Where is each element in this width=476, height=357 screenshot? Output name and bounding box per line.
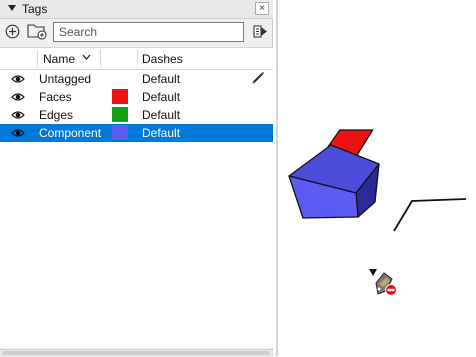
scrollbar-thumb[interactable] bbox=[3, 351, 269, 355]
edge-lines[interactable] bbox=[393, 198, 467, 232]
collapse-triangle-icon[interactable] bbox=[8, 4, 17, 13]
tag-color-swatch[interactable] bbox=[112, 125, 128, 140]
close-button[interactable]: × bbox=[255, 2, 269, 15]
visibility-eye-icon[interactable] bbox=[11, 92, 25, 102]
tags-list-header: Name Dashes bbox=[0, 48, 273, 70]
add-tag-folder-icon[interactable] bbox=[27, 22, 48, 41]
select-not-allowed-cursor-icon bbox=[369, 269, 397, 296]
tags-panel-titlebar[interactable]: Tags × bbox=[0, 0, 273, 19]
tag-name: Edges bbox=[39, 108, 74, 122]
tag-dashes[interactable]: Default bbox=[142, 126, 180, 140]
tag-row-edges[interactable]: Edges Default bbox=[0, 106, 273, 124]
tag-name: Component bbox=[39, 126, 102, 140]
column-separator[interactable] bbox=[100, 50, 101, 67]
tag-row-component[interactable]: Component Default bbox=[0, 124, 273, 142]
column-separator[interactable] bbox=[37, 50, 38, 67]
tag-dashes[interactable]: Default bbox=[142, 72, 180, 86]
component-box[interactable] bbox=[288, 144, 380, 219]
active-tag-pencil-icon bbox=[251, 71, 265, 85]
search-input[interactable] bbox=[53, 22, 244, 42]
tag-color-swatch[interactable] bbox=[112, 89, 128, 104]
tag-row-faces[interactable]: Faces Default bbox=[0, 88, 273, 106]
details-arrow-icon[interactable] bbox=[253, 24, 268, 39]
model-viewport[interactable] bbox=[278, 0, 476, 356]
tag-dashes[interactable]: Default bbox=[142, 108, 180, 122]
visibility-eye-icon[interactable] bbox=[11, 74, 25, 84]
column-separator[interactable] bbox=[137, 50, 138, 67]
tags-list: Name Dashes Untagged Default Faces Defau… bbox=[0, 47, 273, 348]
tag-row-untagged[interactable]: Untagged Default bbox=[0, 70, 273, 88]
tags-toolbar bbox=[0, 19, 273, 46]
tags-panel: Tags × Name Dashes bbox=[0, 0, 273, 357]
tag-dashes[interactable]: Default bbox=[142, 90, 180, 104]
sort-chevron-down-icon[interactable] bbox=[82, 54, 91, 61]
tag-color-swatch[interactable] bbox=[112, 107, 128, 122]
name-column-header[interactable]: Name bbox=[43, 52, 75, 66]
model-scene[interactable] bbox=[278, 0, 476, 356]
dashes-column-header[interactable]: Dashes bbox=[142, 52, 183, 66]
add-tag-icon[interactable] bbox=[5, 24, 20, 39]
panel-title: Tags bbox=[22, 2, 48, 16]
visibility-eye-icon[interactable] bbox=[11, 110, 25, 120]
tag-name: Untagged bbox=[39, 72, 92, 86]
visibility-eye-icon[interactable] bbox=[11, 128, 25, 138]
tag-name: Faces bbox=[39, 90, 72, 104]
